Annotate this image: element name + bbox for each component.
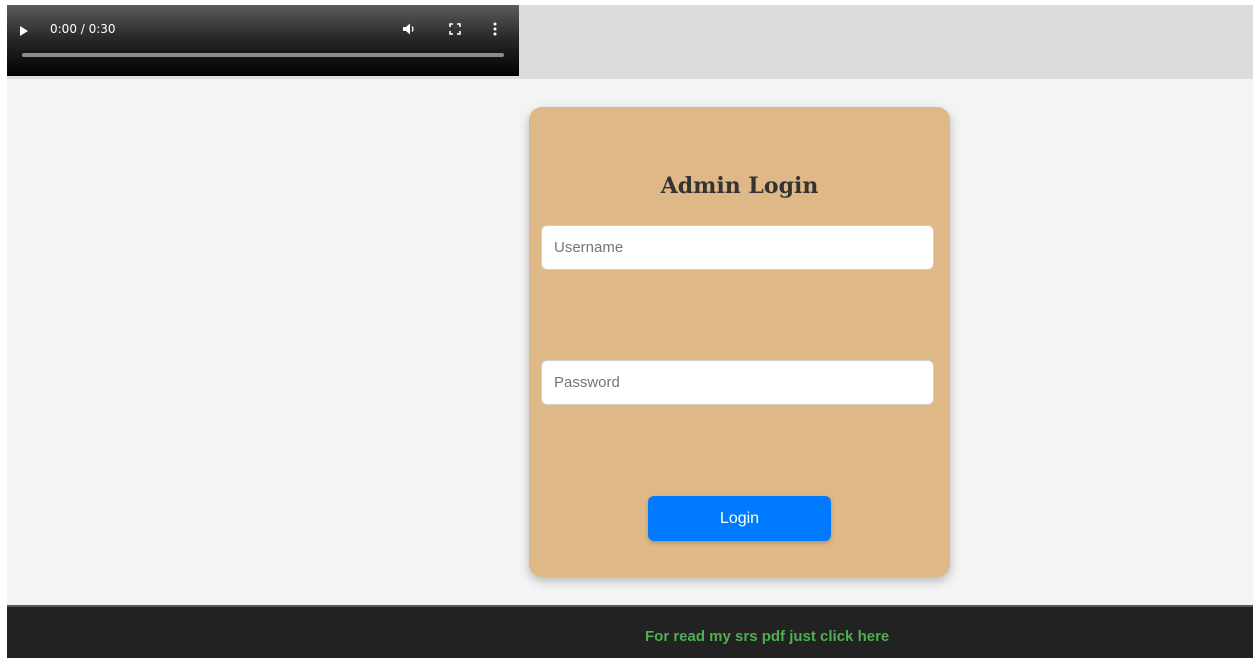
password-input[interactable] — [541, 360, 934, 405]
login-card: Admin Login Login — [529, 107, 950, 577]
login-title: Admin Login — [660, 173, 819, 199]
footer: For read my srs pdf just click here — [7, 605, 1253, 658]
more-options-icon[interactable] — [493, 22, 497, 41]
srs-pdf-link[interactable]: For read my srs pdf just click here — [645, 628, 889, 645]
play-icon[interactable] — [20, 26, 28, 36]
top-bar: 0:00 / 0:30 — [7, 5, 1253, 79]
username-input[interactable] — [541, 225, 934, 270]
fullscreen-icon[interactable] — [448, 22, 462, 41]
volume-icon[interactable] — [402, 22, 416, 41]
seek-bar[interactable] — [22, 53, 504, 57]
page: 0:00 / 0:30 Admin Login Username Login F… — [7, 5, 1253, 658]
video-player[interactable]: 0:00 / 0:30 — [7, 5, 519, 76]
video-time: 0:00 / 0:30 — [50, 22, 116, 36]
login-button[interactable]: Login — [648, 496, 831, 541]
